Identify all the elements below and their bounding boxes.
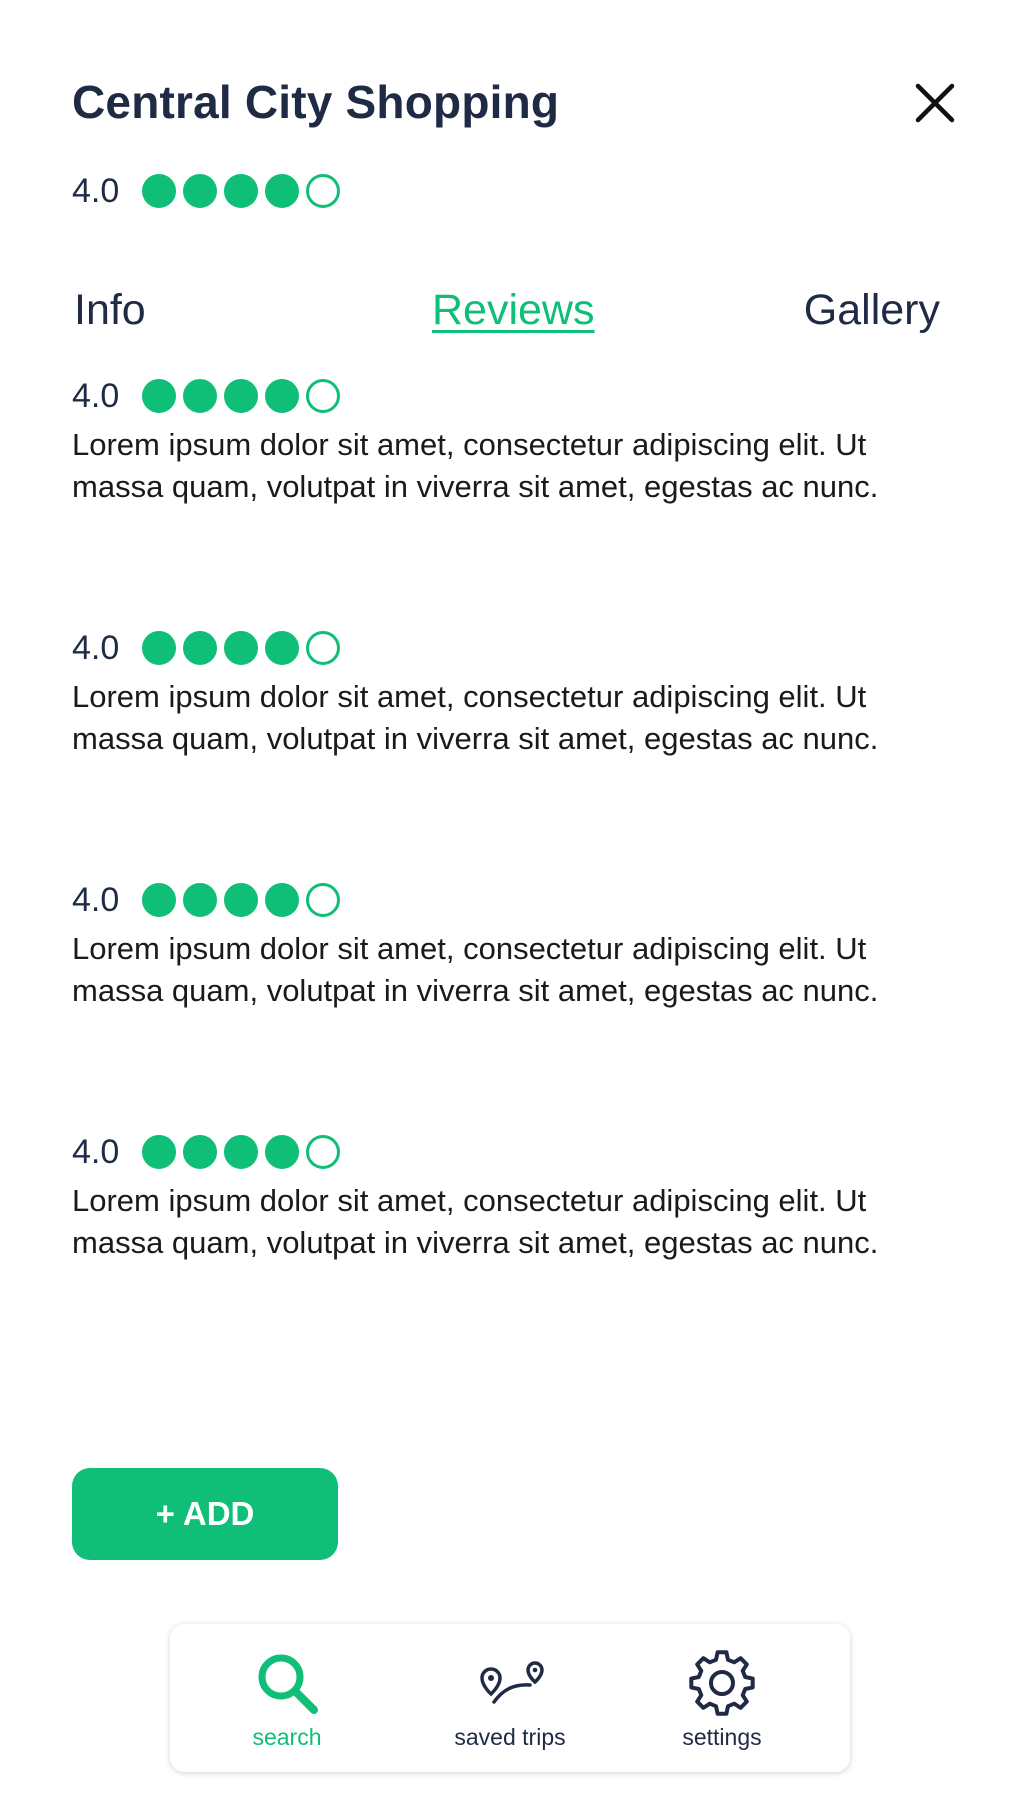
rating-dot-empty [306,883,340,917]
rating-dot-filled [183,1135,217,1169]
rating-dot-filled [265,379,299,413]
rating-dot-filled [183,174,217,208]
tab-reviews[interactable]: Reviews [432,282,595,338]
review-text: Lorem ipsum dolor sit amet, consectetur … [72,1183,879,1260]
review-text: Lorem ipsum dolor sit amet, consectetur … [72,931,879,1008]
tab-gallery[interactable]: Gallery [804,282,940,338]
review-rating: 4.0 [72,1130,347,1174]
tab-info[interactable]: Info [74,282,146,338]
close-icon [915,83,955,123]
rating-stars [142,174,347,208]
review-rating-value: 4.0 [72,1133,120,1171]
place-rating: 4.0 [72,169,347,213]
rating-dot-empty [306,379,340,413]
rating-dot-filled [265,1135,299,1169]
rating-dot-filled [142,379,176,413]
add-review-button[interactable]: + ADD [72,1468,338,1560]
nav-saved-trips-label: saved trips [454,1724,566,1750]
gear-icon [687,1648,757,1718]
rating-dot-filled [224,631,258,665]
rating-dot-filled [224,379,258,413]
nav-search-label: search [252,1724,322,1750]
route-icon [468,1648,552,1718]
review-rating-value: 4.0 [72,377,120,415]
rating-dot-filled [183,883,217,917]
rating-dot-filled [224,883,258,917]
review-rating: 4.0 [72,374,347,418]
rating-dot-empty [306,631,340,665]
rating-dot-filled [183,379,217,413]
rating-dot-filled [224,174,258,208]
search-icon [252,1648,322,1718]
rating-dot-filled [265,631,299,665]
review-text: Lorem ipsum dolor sit amet, consectetur … [72,679,879,756]
rating-value: 4.0 [72,172,120,210]
rating-dot-filled [265,174,299,208]
rating-dot-filled [224,1135,258,1169]
rating-dot-filled [142,631,176,665]
close-button[interactable] [912,80,958,126]
review-rating: 4.0 [72,626,347,670]
rating-dot-filled [142,1135,176,1169]
review-stars [142,379,347,413]
rating-dot-filled [265,883,299,917]
review-stars [142,883,347,917]
review-rating-value: 4.0 [72,629,120,667]
rating-dot-empty [306,174,340,208]
page-title: Central City Shopping [72,76,560,128]
nav-settings-label: settings [682,1724,762,1750]
tab-bar: Info Reviews Gallery [72,282,940,338]
nav-settings[interactable]: settings [627,1624,817,1772]
review-stars [142,1135,347,1169]
review-rating-value: 4.0 [72,881,120,919]
nav-saved-trips[interactable]: saved trips [415,1624,605,1772]
rating-dot-filled [183,631,217,665]
nav-search[interactable]: search [192,1624,382,1772]
bottom-nav: search saved trips settings [170,1624,850,1772]
rating-dot-filled [142,883,176,917]
review-rating: 4.0 [72,878,347,922]
rating-dot-filled [142,174,176,208]
review-stars [142,631,347,665]
rating-dot-empty [306,1135,340,1169]
review-text: Lorem ipsum dolor sit amet, consectetur … [72,427,879,504]
